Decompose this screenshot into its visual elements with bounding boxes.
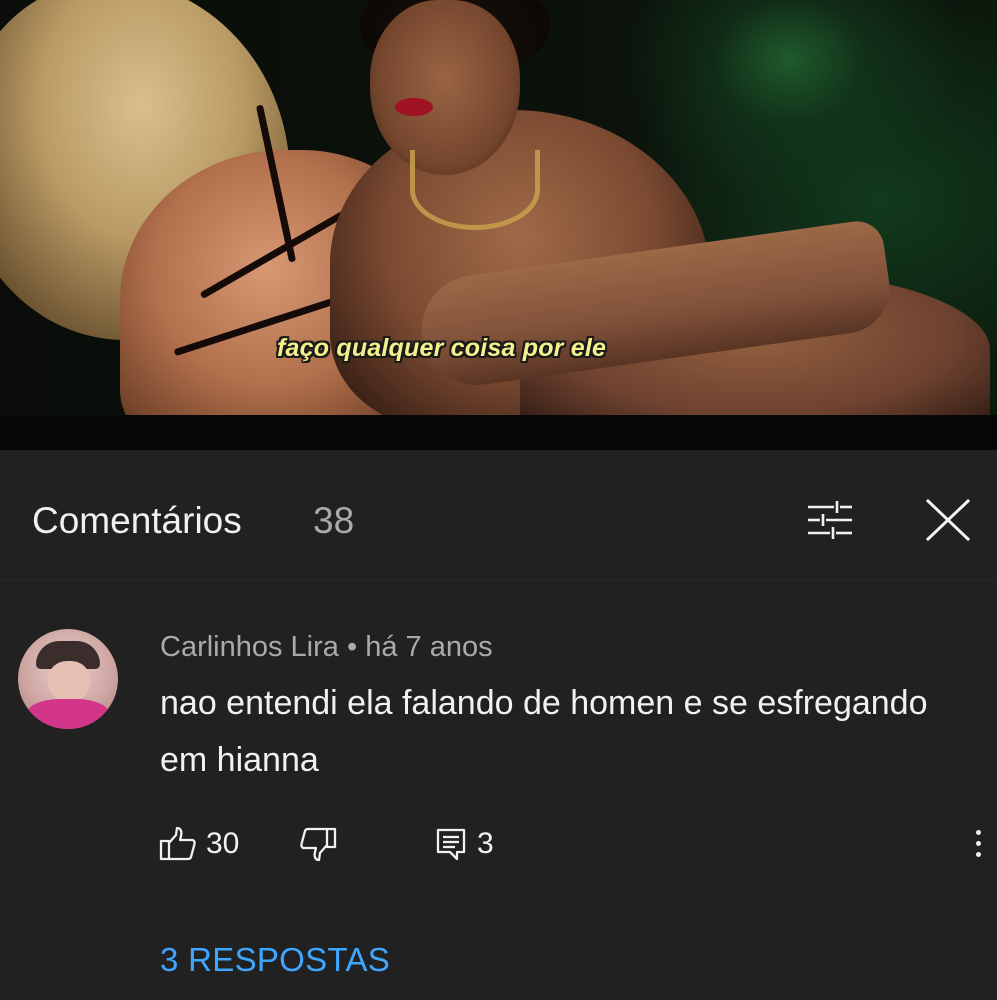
thumbs-up-icon xyxy=(159,826,196,861)
reply-count: 3 xyxy=(477,827,494,860)
comment-author[interactable]: Carlinhos Lira xyxy=(160,631,339,663)
comments-title: Comentários xyxy=(32,500,242,541)
comments-count: 38 xyxy=(313,500,355,541)
more-actions-button[interactable] xyxy=(968,826,988,862)
comment-actions: 30 3 xyxy=(158,824,988,864)
comments-header: Comentários 38 xyxy=(0,460,997,580)
meta-separator: • xyxy=(346,631,358,663)
scene-necklace xyxy=(410,150,540,230)
comment-meta: Carlinhos Lira • há 7 anos xyxy=(160,631,493,664)
thumbs-down-icon xyxy=(300,827,337,862)
comment-item: Carlinhos Lira • há 7 anos nao entendi e… xyxy=(0,580,997,1000)
like-count: 30 xyxy=(206,827,240,860)
like-button[interactable]: 30 xyxy=(158,824,239,864)
video-player[interactable]: faço qualquer coisa por ele xyxy=(0,0,997,450)
close-comments-button[interactable] xyxy=(918,495,978,545)
avatar-shirt xyxy=(26,699,110,729)
reply-icon xyxy=(436,828,466,861)
sort-comments-button[interactable] xyxy=(800,495,860,545)
close-icon xyxy=(925,498,971,542)
sort-filter-icon xyxy=(808,501,852,539)
reply-button[interactable]: 3 xyxy=(433,824,494,864)
dislike-button[interactable] xyxy=(298,824,338,864)
comment-text: nao entendi ela falando de homen e se es… xyxy=(160,684,928,779)
scene-person-right-face xyxy=(370,0,520,175)
scene-lips xyxy=(395,98,433,116)
avatar-face xyxy=(48,661,90,701)
comment-time: há 7 anos xyxy=(365,631,493,663)
video-subtitle: faço qualquer coisa por ele xyxy=(277,334,607,362)
avatar[interactable] xyxy=(18,629,118,729)
view-replies-link[interactable]: 3 RESPOSTAS xyxy=(160,941,390,979)
video-frame: faço qualquer coisa por ele xyxy=(0,0,997,415)
